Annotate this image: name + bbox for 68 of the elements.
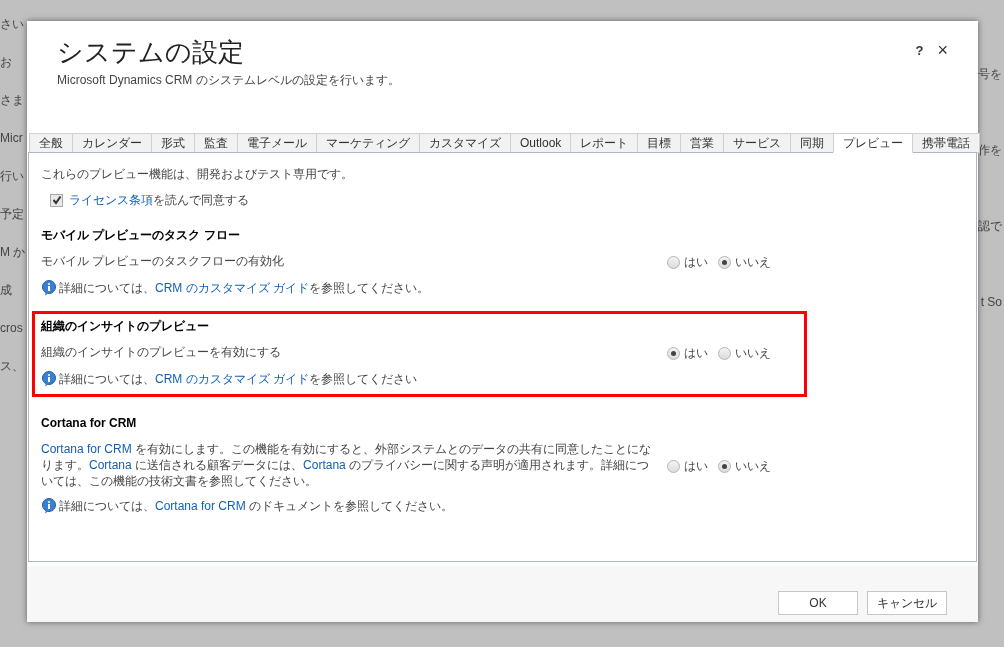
background-text: 行い xyxy=(0,168,25,185)
radio-button[interactable] xyxy=(667,346,680,360)
background-text: 成 xyxy=(0,282,13,299)
intro-text: これらのプレビュー機能は、開発およびテスト専用です。 xyxy=(41,166,354,183)
radio-button[interactable] xyxy=(718,459,731,473)
tab[interactable]: サービス xyxy=(723,133,792,153)
setting-description: 組織のインサイトのプレビューを有効にする xyxy=(41,344,282,360)
license-label: ライセンス条項を読んで同意する xyxy=(69,192,249,209)
dialog-button[interactable]: キャンセル xyxy=(867,591,947,615)
background-text: 予定 xyxy=(0,206,25,223)
tab[interactable]: 形式 xyxy=(151,133,195,153)
dialog-button[interactable]: OK xyxy=(778,591,858,615)
radio-label: いいえ xyxy=(735,345,771,362)
radio-label: はい xyxy=(684,458,708,475)
info-text: 詳細については、CRM のカスタマイズ ガイドを参照してください。 xyxy=(59,280,429,297)
tab[interactable]: 電子メール xyxy=(237,133,317,153)
info-text: 詳細については、Cortana for CRM のドキュメントを参照してください。 xyxy=(59,498,454,515)
radio-label: いいえ xyxy=(735,458,771,475)
tab[interactable]: 携帯電話 xyxy=(912,133,981,153)
setting-description: Cortana for CRM を有効にします。この機能を有効にすると、外部システムとのデータの共有に同意したことになります。Cortana に送信される顧客データには、Cortana のプライバシーに関する声明が適用されます。詳細については、この機能の技術文書を参照してください。 xyxy=(41,441,653,489)
license-link[interactable]: ライセンス条項 xyxy=(69,193,153,207)
info-icon xyxy=(41,280,57,296)
guide-link[interactable]: CRM のカスタマイズ ガイド xyxy=(155,372,309,386)
radio-button[interactable] xyxy=(667,255,680,269)
background-text: Micr xyxy=(0,130,24,147)
tab[interactable]: Outlook xyxy=(510,133,572,153)
radio-button[interactable] xyxy=(667,459,680,473)
background-text: t So xyxy=(980,294,1002,311)
tab[interactable]: 営業 xyxy=(680,133,725,153)
tab[interactable]: カレンダー xyxy=(72,133,152,153)
background-text: ス、 xyxy=(0,358,25,375)
tab[interactable]: 目標 xyxy=(637,133,682,153)
background-text: さま xyxy=(0,92,25,109)
radio-label: はい xyxy=(684,345,708,362)
help-button[interactable]: ? xyxy=(915,41,924,61)
setting-description: モバイル プレビューのタスクフローの有効化 xyxy=(41,253,286,269)
section-title: モバイル プレビューのタスク フロー xyxy=(41,227,241,244)
guide-link[interactable]: Cortana for CRM xyxy=(155,499,246,513)
checkbox[interactable] xyxy=(50,193,63,207)
background-text: さい xyxy=(0,16,25,33)
tab[interactable]: レポート xyxy=(570,133,639,153)
guide-link[interactable]: CRM のカスタマイズ ガイド xyxy=(155,281,309,295)
radio-label: いいえ xyxy=(735,254,771,271)
dialog-subtitle: Microsoft Dynamics CRM のシステムレベルの設定を行います。 xyxy=(57,72,400,89)
tab[interactable]: プレビュー xyxy=(833,133,914,153)
tab[interactable]: 全般 xyxy=(29,133,73,153)
info-icon xyxy=(41,498,57,514)
info-icon xyxy=(41,371,57,387)
radio-label: はい xyxy=(684,254,708,271)
tab[interactable]: 同期 xyxy=(790,133,835,153)
background-text: お xyxy=(0,54,13,71)
radio-button[interactable] xyxy=(718,255,731,269)
description-link[interactable]: Cortana xyxy=(89,458,132,472)
radio-button[interactable] xyxy=(718,346,731,360)
dialog-title: システムの設定 xyxy=(57,36,245,69)
tab[interactable]: カスタマイズ xyxy=(419,133,511,153)
info-text: 詳細については、CRM のカスタマイズ ガイドを参照してください xyxy=(59,371,417,388)
section-title: Cortana for CRM xyxy=(41,415,138,432)
description-link[interactable]: Cortana xyxy=(303,458,346,472)
background-text: 認で xyxy=(978,218,1002,235)
background-text: M か xyxy=(0,244,26,261)
background-text: cros xyxy=(0,320,24,337)
description-link[interactable]: Cortana for CRM xyxy=(41,442,132,456)
tab[interactable]: 監査 xyxy=(194,133,238,153)
close-button[interactable]: × xyxy=(937,41,948,59)
tab[interactable]: マーケティング xyxy=(316,133,420,153)
background-text: 号を xyxy=(978,66,1002,83)
section-title: 組織のインサイトのプレビュー xyxy=(41,318,210,335)
